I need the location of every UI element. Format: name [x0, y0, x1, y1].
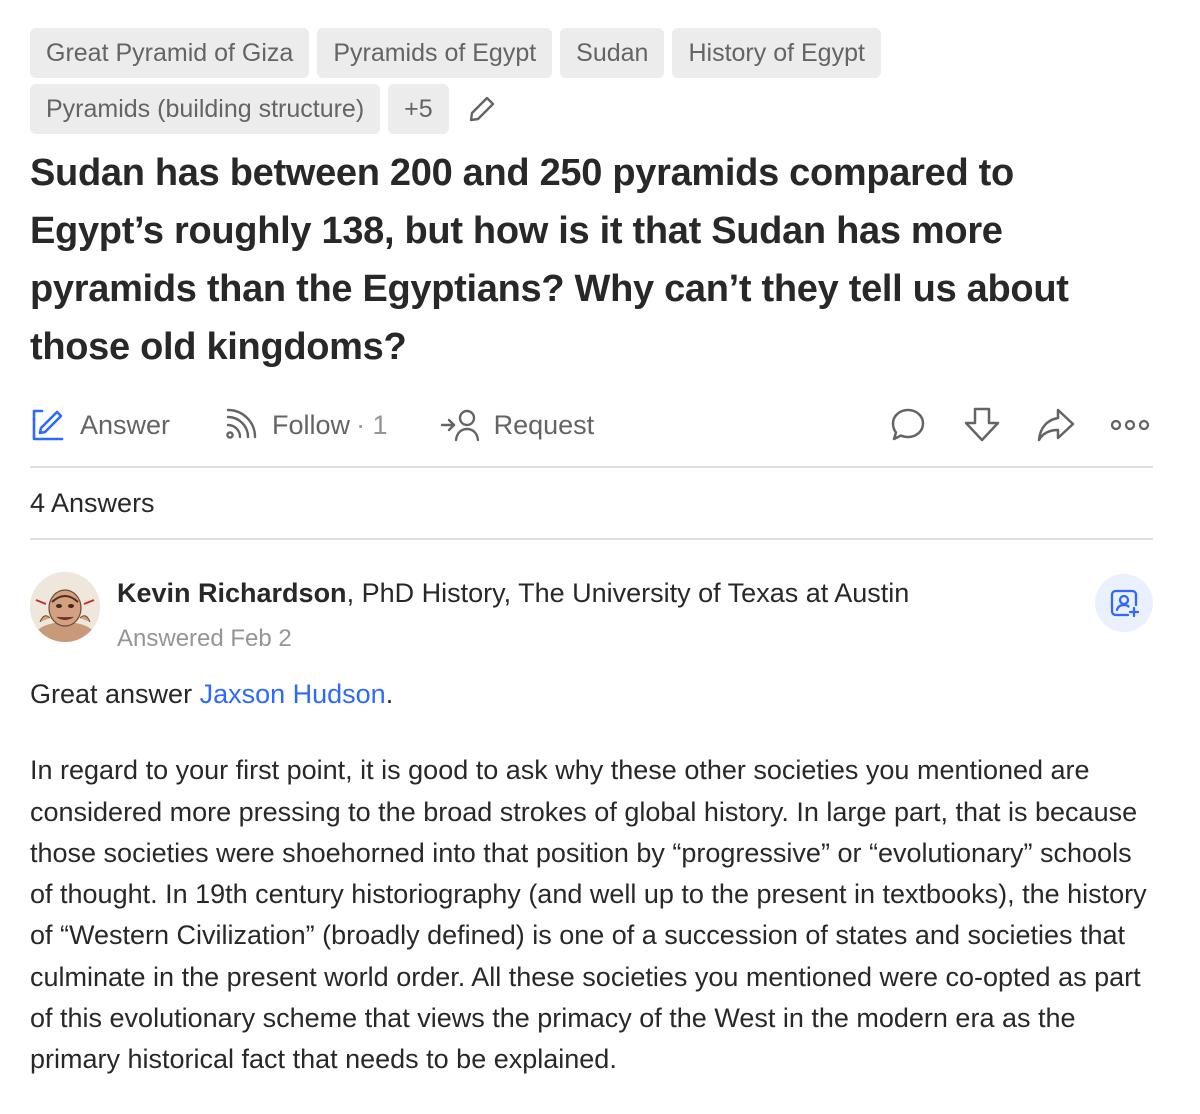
secondary-actions — [857, 394, 1153, 456]
author-credential[interactable]: , PhD History, The University of Texas a… — [347, 578, 910, 608]
downvote-button[interactable] — [959, 402, 1005, 448]
downvote-arrow-icon — [964, 407, 1000, 442]
answer-header: Kevin Richardson, PhD History, The Unive… — [30, 540, 1153, 662]
request-person-icon — [440, 409, 479, 442]
request-label: Request — [493, 409, 595, 440]
greeting-text: Great answer — [30, 679, 200, 709]
question-action-bar: Answer Follow · 1 Request — [30, 394, 1153, 456]
answer-greeting: Great answer Jaxson Hudson. — [30, 674, 1153, 715]
topic-chip[interactable]: History of Egypt — [672, 28, 881, 78]
question-page: Great Pyramid of Giza Pyramids of Egypt … — [30, 28, 1153, 1081]
answer-item: Kevin Richardson, PhD History, The Unive… — [30, 540, 1153, 1081]
share-arrow-icon — [1037, 408, 1075, 442]
answer-body: Great answer Jaxson Hudson. In regard to… — [30, 674, 1153, 1081]
follow-button[interactable]: Follow · 1 — [222, 394, 388, 456]
question-title[interactable]: Sudan has between 200 and 250 pyramids c… — [30, 144, 1153, 376]
author-line: Kevin Richardson, PhD History, The Unive… — [117, 578, 909, 609]
comment-button[interactable] — [885, 402, 931, 448]
answer-button[interactable]: Answer — [30, 394, 170, 456]
more-dots-icon — [1110, 419, 1150, 431]
more-options-button[interactable] — [1107, 402, 1153, 448]
rss-follow-icon — [226, 408, 257, 439]
request-button[interactable]: Request — [440, 394, 595, 456]
save-answer-button[interactable] — [1095, 574, 1153, 632]
avatar[interactable] — [30, 572, 100, 642]
answer-label: Answer — [80, 409, 171, 440]
topic-chip[interactable]: Great Pyramid of Giza — [30, 28, 310, 78]
topic-list: Great Pyramid of Giza Pyramids of Egypt … — [30, 28, 1010, 134]
pencil-icon — [469, 96, 494, 122]
author-name[interactable]: Kevin Richardson — [117, 578, 347, 608]
follow-label: Follow — [272, 409, 351, 440]
topic-chip[interactable]: Pyramids (building structure) — [30, 84, 381, 134]
topic-chip[interactable]: Pyramids of Egypt — [317, 28, 553, 78]
pencil-square-icon — [32, 409, 64, 441]
answered-date[interactable]: Answered Feb 2 — [117, 625, 292, 653]
answers-count: 4 Answers — [30, 488, 155, 518]
follow-count: · 1 — [356, 409, 388, 440]
bookmark-person-icon — [1110, 589, 1140, 618]
more-topics-chip[interactable]: +5 — [388, 84, 449, 134]
answer-paragraph: In regard to your first point, it is goo… — [30, 755, 1147, 1075]
user-mention-link[interactable]: Jaxson Hudson — [200, 679, 386, 709]
share-button[interactable] — [1033, 402, 1079, 448]
edit-topics-button[interactable] — [457, 84, 507, 134]
comment-bubble-icon — [891, 408, 925, 441]
greeting-period: . — [385, 679, 394, 709]
topic-chip[interactable]: Sudan — [560, 28, 665, 78]
